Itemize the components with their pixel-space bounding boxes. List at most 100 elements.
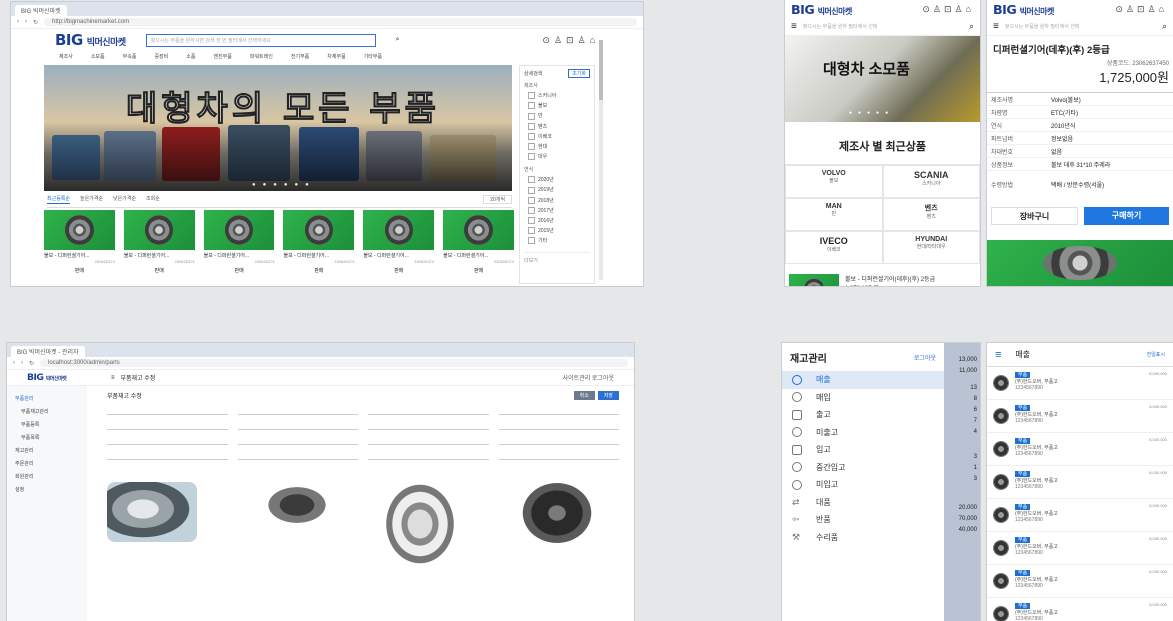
search-box[interactable]: 찾으시는 부품을 원하시면 검색 한 번 필터에서 선택하세요 xyxy=(145,33,376,47)
search-icon[interactable]: ⌕ xyxy=(1162,21,1167,32)
search-input[interactable]: 찾으시는 부품을 원하 필터에서 선택 xyxy=(803,23,963,30)
pickup-options[interactable]: 택배 / 방문수령(서울) xyxy=(1051,180,1104,189)
site-logo[interactable]: BIG 빅머신마켓 xyxy=(993,2,1054,17)
form-field[interactable] xyxy=(498,451,619,460)
product-card[interactable]: 볼보 - 디퍼런셜기어... 230626374 판매 xyxy=(443,210,514,274)
sort-tab[interactable]: 높은가격순 xyxy=(80,195,103,204)
product-card[interactable]: 볼보 - 디퍼런셜기어... 230626374 판매 xyxy=(283,210,355,274)
filter-option[interactable]: 2020년 xyxy=(528,176,590,184)
filter-option[interactable]: 현대 xyxy=(528,143,590,151)
filter-option[interactable]: 기타 xyxy=(528,237,590,245)
sales-row[interactable]: 부품 (주)한드오버, 부품고 1234567890 8,000,000 xyxy=(987,499,1173,532)
filter-option[interactable]: 2017년 xyxy=(528,206,590,214)
page-size-select[interactable]: 20개씩 xyxy=(483,195,512,204)
sort-tab[interactable]: 조회순 xyxy=(146,195,160,204)
maker-cell[interactable]: SCANIA 스카니아 xyxy=(882,165,980,198)
menu-item-inbound[interactable]: 입고 xyxy=(782,441,944,459)
promo-banner[interactable]: 대형차 소모품 ●●●●● xyxy=(785,36,980,122)
filter-option[interactable]: 대우 xyxy=(528,153,590,161)
cart-button[interactable]: 장바구니 xyxy=(991,207,1078,225)
side-item[interactable]: 부품목록 xyxy=(7,431,87,444)
nav-item[interactable]: 엔진부품 xyxy=(213,53,231,60)
menu-icon[interactable]: ≡ xyxy=(995,349,1001,361)
back-icon[interactable]: ‹ xyxy=(13,360,15,366)
form-field[interactable] xyxy=(368,421,489,430)
menu-icon[interactable]: ≡ xyxy=(993,21,999,32)
nav-item[interactable]: 소품 xyxy=(186,53,195,60)
form-field[interactable] xyxy=(107,436,228,445)
nav-item[interactable]: 소모품 xyxy=(91,53,105,60)
nav-item[interactable]: 기타부품 xyxy=(364,53,382,60)
filter-more[interactable]: 더보기 xyxy=(524,252,590,264)
nav-item[interactable]: 중장비 xyxy=(154,53,168,60)
hero-banner[interactable]: 대형차의 모든 부품 ●●●●●● xyxy=(44,65,512,191)
forward-icon[interactable]: › xyxy=(21,360,23,366)
menu-item-outbound[interactable]: 출고 xyxy=(782,406,944,424)
product-card[interactable]: 볼보 - 디퍼런셜기어... 230626374 판매 xyxy=(363,210,435,274)
search-icon[interactable]: ⌕ xyxy=(396,36,400,44)
filter-option[interactable]: 2018년 xyxy=(528,196,590,204)
engine-image[interactable] xyxy=(257,480,337,530)
side-item[interactable]: 재고관리 xyxy=(7,444,87,457)
menu-item-repair[interactable]: ⚒ 수리품 xyxy=(782,529,944,547)
nav-item[interactable]: 차체부품 xyxy=(327,53,345,60)
menu-item-mid-inbound[interactable]: 중간입고 xyxy=(782,459,944,477)
sales-row[interactable]: 부품 (주)한드오버, 부품고 1234567890 8,000,000 xyxy=(987,433,1173,466)
sales-row[interactable]: 부품 (주)한드오버, 부품고 1234567890 8,000,000 xyxy=(987,400,1173,433)
header-icons[interactable]: ⊙♙⊡♙⌂ xyxy=(922,4,974,15)
form-field[interactable] xyxy=(237,406,358,415)
filter-option[interactable]: 2015년 xyxy=(528,227,590,235)
form-field[interactable] xyxy=(498,406,619,415)
filter-option[interactable]: 이베코 xyxy=(528,132,590,140)
menu-icon[interactable]: ≡ xyxy=(111,375,115,381)
site-logo[interactable]: BIG 빅머신마켓 xyxy=(55,31,126,49)
engine-image[interactable] xyxy=(107,482,197,542)
menu-item-not-outbound[interactable]: 미출고 xyxy=(782,424,944,442)
engine-image[interactable] xyxy=(377,474,463,574)
filter-option[interactable]: 벤츠 xyxy=(528,122,590,130)
nav-item[interactable]: 파워트레인 xyxy=(250,53,273,60)
sales-row[interactable]: 부품 (주)한드오버, 부품고 1234567890 8,000,000 xyxy=(987,367,1173,400)
scrollbar[interactable] xyxy=(599,40,603,280)
maker-cell[interactable]: VOLVO 볼보 xyxy=(785,165,883,198)
reload-icon[interactable]: ↻ xyxy=(29,360,34,367)
admin-logo[interactable]: BIG 빅머신마켓 xyxy=(27,372,97,383)
address-field[interactable]: localhost:3000/admin/parts xyxy=(40,359,628,367)
address-field[interactable]: http://bigmachinemarket.com xyxy=(44,18,637,26)
form-field[interactable] xyxy=(368,436,489,445)
side-item[interactable]: 회원관리 xyxy=(7,470,87,483)
engine-image[interactable] xyxy=(517,478,597,548)
header-icons[interactable]: ⊙♙⊡♙⌂ xyxy=(1115,4,1167,15)
nav-item[interactable]: 전기부품 xyxy=(291,53,309,60)
filter-option[interactable]: 볼보 xyxy=(528,102,590,110)
sales-row[interactable]: 부품 (주)한드오버, 부품고 1234567890 8,000,000 xyxy=(987,532,1173,565)
hero-pagination[interactable]: ●●●●●● xyxy=(252,182,316,188)
cancel-button[interactable]: 취소 xyxy=(573,391,595,400)
banner-pagination[interactable]: ●●●●● xyxy=(849,110,894,116)
sales-filter[interactable]: 전일표시 xyxy=(1147,351,1165,358)
recent-item[interactable]: 볼보 - 디퍼런셜기어(데후)(후) 2등급 1,278,105 원 xyxy=(785,270,980,286)
filter-option[interactable]: 만 xyxy=(528,112,590,120)
side-item[interactable]: 부품등록 xyxy=(7,418,87,431)
header-right[interactable]: 사이트관리 로그아웃 xyxy=(563,373,614,382)
maker-cell[interactable]: 벤츠 벤츠 xyxy=(882,198,980,231)
filter-option[interactable]: 2016년 xyxy=(528,217,590,225)
side-item[interactable]: 설정 xyxy=(7,483,87,496)
form-field[interactable] xyxy=(107,406,228,415)
side-item[interactable]: 부품재고관리 xyxy=(7,405,87,418)
form-field[interactable] xyxy=(237,421,358,430)
nav-item[interactable]: 제조사 xyxy=(59,53,73,60)
logout-link[interactable]: 로그아웃 xyxy=(914,353,936,362)
form-field[interactable] xyxy=(107,451,228,460)
filter-option[interactable]: 2019년 xyxy=(528,186,590,194)
menu-item-purchase[interactable]: 매입 xyxy=(782,389,944,407)
side-item[interactable]: 주문관리 xyxy=(7,457,87,470)
site-logo[interactable]: BIG 빅머신마켓 xyxy=(791,2,852,17)
form-field[interactable] xyxy=(237,436,358,445)
product-card[interactable]: 볼보 - 디퍼런셜기어... 230626374 판매 xyxy=(203,210,275,274)
forward-icon[interactable]: › xyxy=(25,19,27,25)
back-icon[interactable]: ‹ xyxy=(17,19,19,25)
filter-reset-button[interactable]: 초기화 xyxy=(568,69,590,78)
buy-button[interactable]: 구매하기 xyxy=(1084,207,1169,225)
filter-option[interactable]: 스카니아 xyxy=(528,92,590,100)
